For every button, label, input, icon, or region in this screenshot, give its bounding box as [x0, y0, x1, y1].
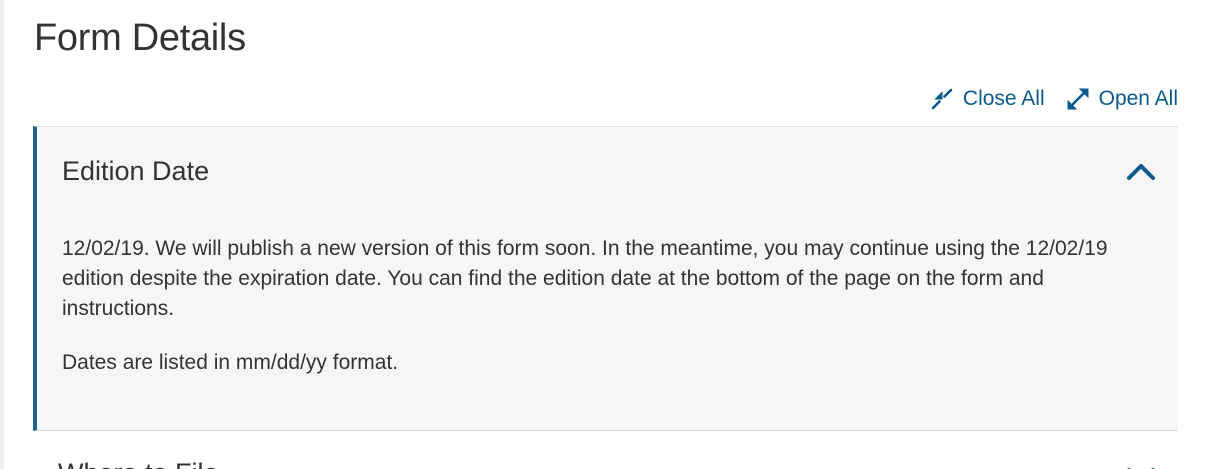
left-divider [0, 0, 4, 469]
open-all-label: Open All [1098, 87, 1178, 110]
close-all-label: Close All [962, 87, 1045, 110]
page-title: Form Details [34, 17, 246, 59]
collapse-arrows-icon [931, 88, 953, 110]
open-all-button[interactable]: Open All [1067, 84, 1178, 114]
accordion-title: Where to File [58, 455, 219, 469]
accordion-title: Edition Date [62, 156, 210, 186]
accordion-item-edition-date: Edition Date 12/02/19. We will publish a… [33, 126, 1178, 431]
accordion-controls: Close All Open All [931, 84, 1178, 114]
chevron-down-icon[interactable] [1126, 461, 1156, 469]
expand-arrows-icon [1067, 88, 1089, 110]
accordion-item-where-to-file[interactable]: Where to File [33, 431, 1178, 469]
accordion-body-edition-date: 12/02/19. We will publish a new version … [62, 234, 1147, 378]
accordion-header-edition-date[interactable]: Edition Date [37, 127, 1178, 215]
close-all-button[interactable]: Close All [931, 84, 1045, 114]
chevron-up-icon[interactable] [1126, 157, 1156, 187]
edition-date-text: 12/02/19. We will publish a new version … [62, 237, 1108, 320]
date-format-note: Dates are listed in mm/dd/yy format. [62, 351, 399, 374]
form-details-page: Form Details Close All Open All Edition … [0, 0, 1219, 469]
form-details-accordion: Edition Date 12/02/19. We will publish a… [33, 126, 1178, 469]
